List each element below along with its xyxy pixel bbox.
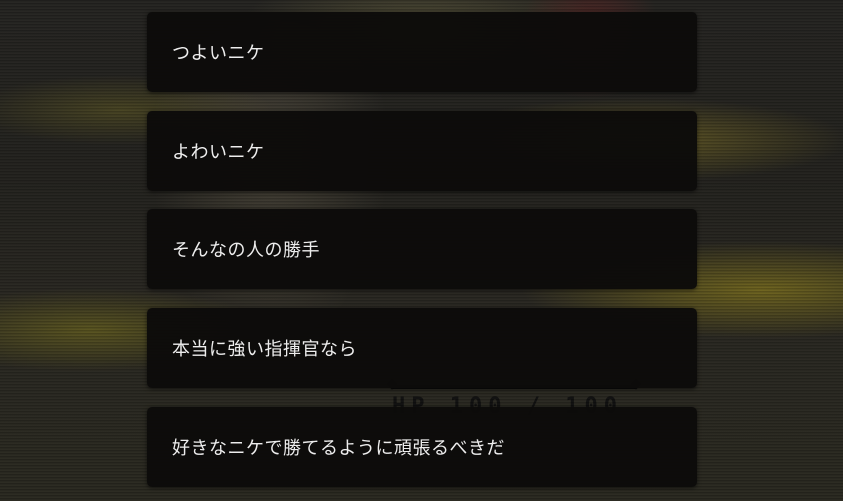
- choice-option-label: 好きなニケで勝てるように頑張るべきだ: [172, 438, 505, 459]
- choice-option-label: つよいニケ: [172, 43, 265, 64]
- choice-option-4[interactable]: 本当に強い指揮官なら: [147, 308, 697, 388]
- choice-option-label: よわいニケ: [172, 142, 265, 163]
- choice-option-5[interactable]: 好きなニケで勝てるように頑張るべきだ: [147, 407, 697, 487]
- dialogue-choice-list: つよいニケ よわいニケ そんなの人の勝手 本当に強い指揮官なら 好きなニケで勝て…: [147, 0, 697, 501]
- choice-option-label: そんなの人の勝手: [172, 240, 320, 261]
- choice-option-2[interactable]: よわいニケ: [147, 111, 697, 191]
- game-scene: HP 100 / 100 つよいニケ よわいニケ そんなの人の勝手 本当に強い指…: [0, 0, 843, 501]
- choice-option-3[interactable]: そんなの人の勝手: [147, 209, 697, 289]
- choice-option-1[interactable]: つよいニケ: [147, 12, 697, 92]
- choice-option-label: 本当に強い指揮官なら: [172, 339, 357, 360]
